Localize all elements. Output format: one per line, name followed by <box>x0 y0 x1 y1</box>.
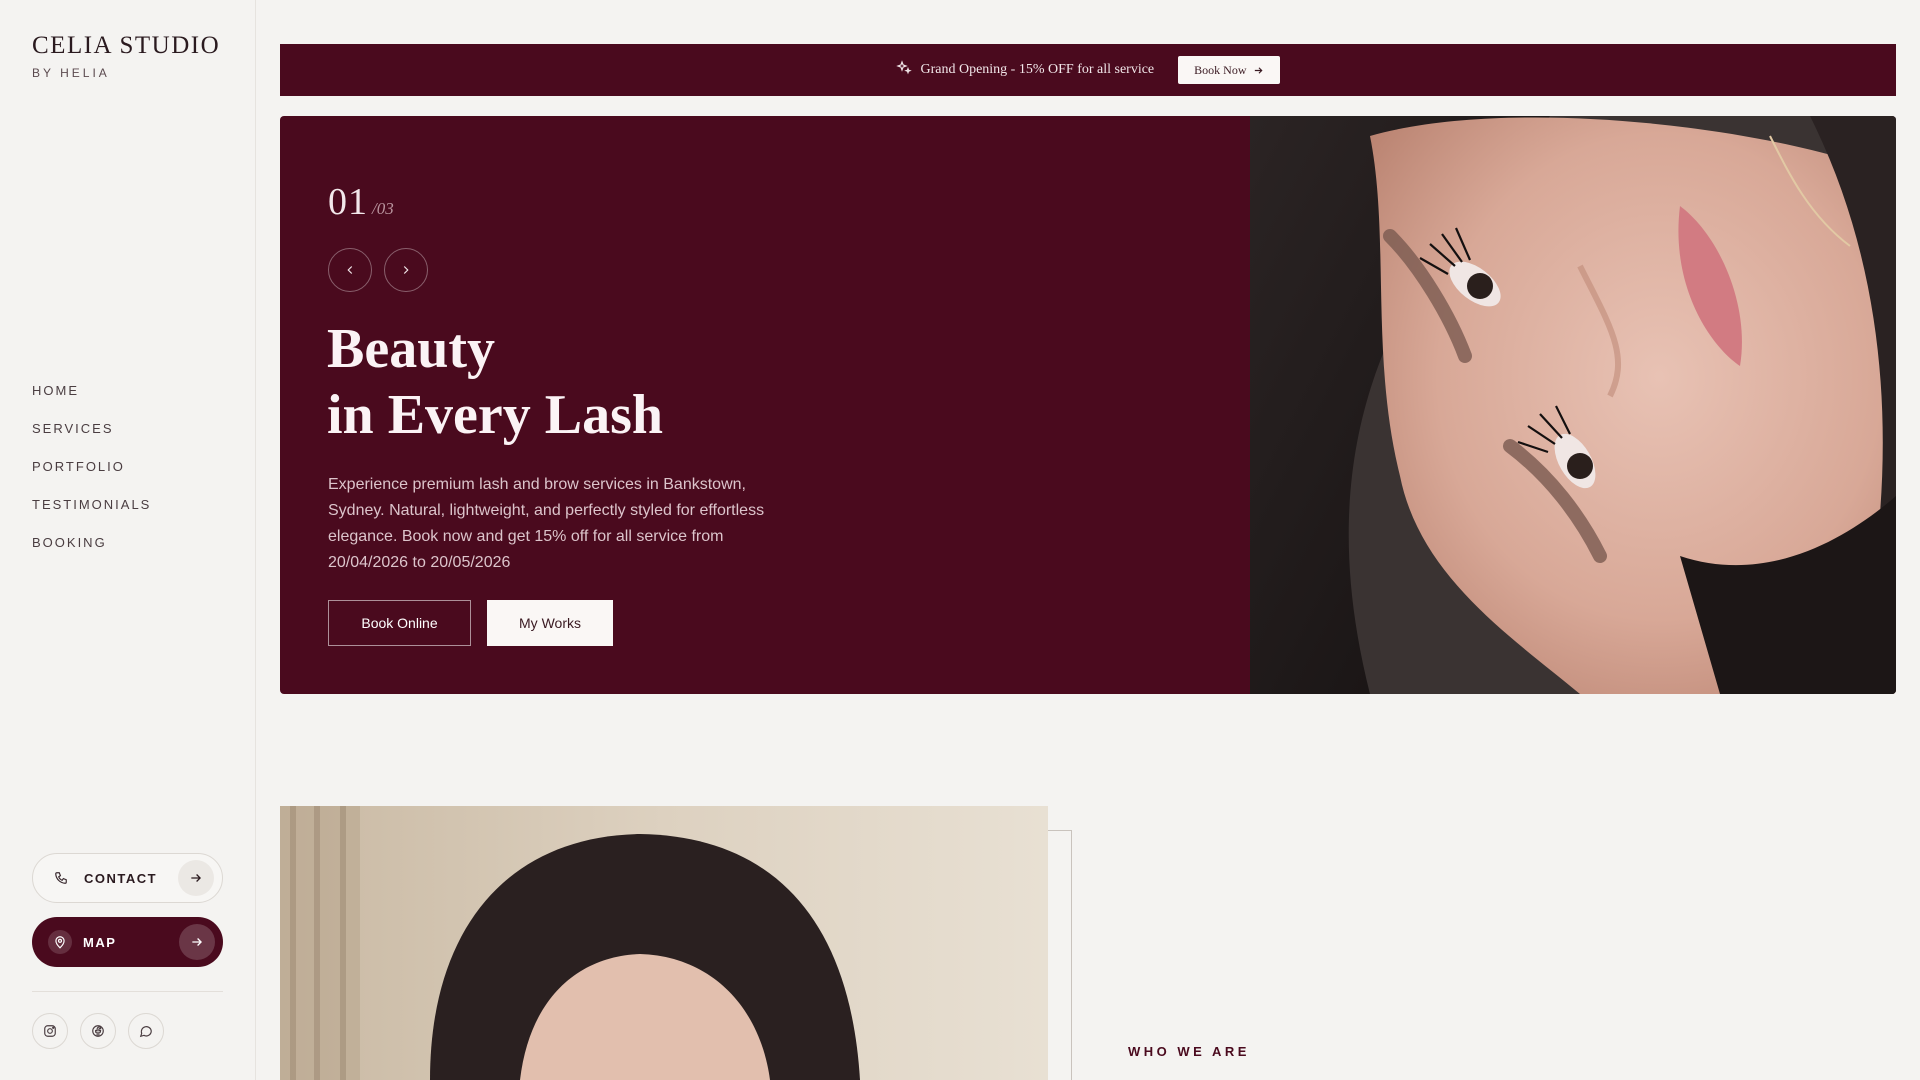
hero-title-line2: in Every Lash <box>327 384 664 446</box>
map-label: MAP <box>83 934 117 950</box>
chevron-left-icon <box>347 266 353 274</box>
banner-text: Grand Opening - 15% OFF for all service <box>920 62 1155 77</box>
prev-slide-button[interactable] <box>328 248 372 292</box>
slide-total: /03 <box>372 199 394 218</box>
slide-counter: 01/03 <box>328 180 394 224</box>
book-online-button[interactable]: Book Online <box>328 600 471 646</box>
announcement-banner: Grand Opening - 15% OFF for all service … <box>280 44 1896 96</box>
hero-title: Beauty in Every Lash <box>327 316 663 448</box>
nav-item-testimonials[interactable]: TESTIMONIALS <box>32 494 151 532</box>
brand-logo[interactable]: CELIA STUDIO BY HELIA <box>32 32 220 80</box>
book-now-button[interactable]: Book Now <box>1178 56 1280 84</box>
about-image <box>280 806 1048 1080</box>
nav-item-home[interactable]: HOME <box>32 380 151 418</box>
slide-current: 01 <box>328 181 368 223</box>
hero-description: Experience premium lash and brow service… <box>328 476 765 571</box>
next-slide-button[interactable] <box>384 248 428 292</box>
sidebar: CELIA STUDIO BY HELIA HOME SERVICES PORT… <box>0 0 256 1080</box>
instagram-icon[interactable] <box>32 1013 68 1049</box>
chevron-right-icon <box>403 266 409 274</box>
map-pin-icon <box>48 930 72 954</box>
nav-item-booking[interactable]: BOOKING <box>32 532 151 570</box>
my-works-button[interactable]: My Works <box>487 600 613 646</box>
main-nav: HOME SERVICES PORTFOLIO TESTIMONIALS BOO… <box>32 380 151 570</box>
facebook-icon[interactable] <box>80 1013 116 1049</box>
map-button[interactable]: MAP <box>32 917 223 967</box>
contact-button[interactable]: CONTACT <box>32 853 223 903</box>
contact-label: CONTACT <box>84 870 158 886</box>
brand-title: CELIA STUDIO <box>32 32 221 59</box>
sparkle-icon <box>896 59 913 81</box>
hero-title-line1: Beauty <box>327 318 495 380</box>
nav-item-services[interactable]: SERVICES <box>32 418 151 456</box>
arrow-right-icon <box>1254 66 1263 74</box>
hero-section: 01/03 Beauty in Every Lash Experience pr… <box>280 116 1896 694</box>
hero-image <box>1250 116 1896 694</box>
book-now-label: Book Now <box>1194 62 1247 77</box>
arrow-right-icon <box>179 924 215 960</box>
brand-subtitle: BY HELIA <box>32 66 110 80</box>
chat-icon[interactable] <box>128 1013 164 1049</box>
nav-item-portfolio[interactable]: PORTFOLIO <box>32 456 151 494</box>
arrow-right-icon <box>178 860 214 896</box>
phone-icon <box>49 866 73 890</box>
section-eyebrow: WHO WE ARE <box>1128 1044 1250 1059</box>
sidebar-divider <box>32 991 223 992</box>
